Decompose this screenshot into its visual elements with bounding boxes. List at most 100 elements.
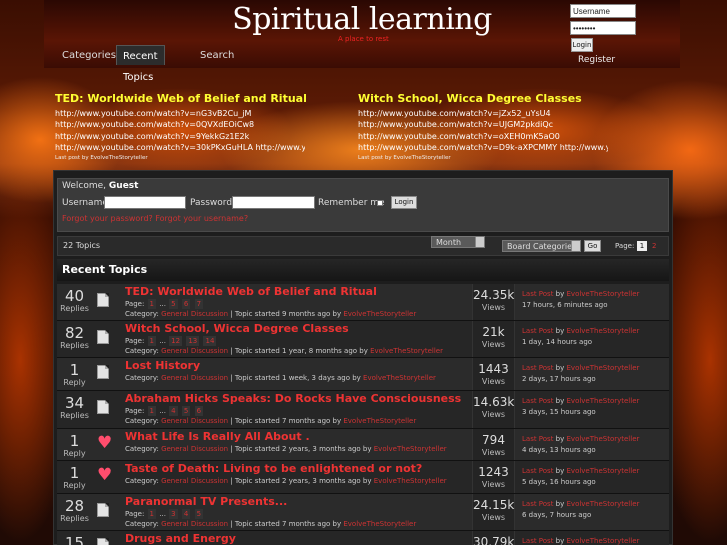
last-post-author[interactable]: EvolveTheStoryteller [567, 397, 640, 405]
last-post-author[interactable]: EvolveTheStoryteller [567, 290, 640, 298]
feed-title[interactable]: Witch School, Wicca Degree Classes [358, 92, 608, 105]
go-button[interactable]: Go [584, 240, 601, 252]
topic-title[interactable]: TED: Worldwide Web of Belief and Ritual [125, 285, 471, 299]
heart-icon: ♥ [97, 433, 113, 453]
sort-select[interactable]: Month [431, 236, 485, 248]
feed-link[interactable]: http://www.youtube.com/watch?v=D9k-aXPCM… [358, 142, 608, 153]
page-link[interactable]: 7 [194, 299, 204, 309]
topic-title[interactable]: Lost History [125, 359, 471, 373]
quick-password-input[interactable] [232, 196, 315, 209]
last-post: Last Post by EvolveTheStoryteller 1 day, … [522, 321, 662, 347]
password-input[interactable] [570, 21, 636, 35]
last-post-author[interactable]: EvolveTheStoryteller [567, 435, 640, 443]
topic-row[interactable]: 1 Reply ♥ What Life Is Really All About . Ca… [57, 429, 669, 461]
last-post-link[interactable]: Last Post [522, 500, 553, 508]
topic-author[interactable]: EvolveTheStoryteller [343, 417, 416, 425]
topic-author[interactable]: EvolveTheStoryteller [370, 347, 443, 355]
feed-title[interactable]: TED: Worldwide Web of Belief and Ritual [55, 92, 307, 105]
feed-link[interactable]: http://www.youtube.com/watch?v=oXEH0mK5a… [358, 131, 608, 142]
topic-row[interactable]: 28 Replies Paranormal TV Presents... Page: … [57, 494, 669, 531]
feed-link[interactable]: http://www.youtube.com/watch?v=nG3vB2Cu_… [55, 108, 305, 119]
topic-row[interactable]: 1 Reply ♥ Taste of Death: Living to be enli… [57, 461, 669, 494]
feed-link[interactable]: http://www.youtube.com/watch?v=9YekkGz1E… [55, 131, 305, 142]
topic-author[interactable]: EvolveTheStoryteller [343, 520, 416, 528]
document-icon [97, 503, 109, 517]
page-link[interactable]: 1 [147, 509, 157, 519]
page-link[interactable]: 1 [147, 336, 157, 346]
category-link[interactable]: General Discussion [161, 374, 228, 382]
page-link[interactable]: 13 [186, 336, 200, 346]
username-input[interactable] [570, 4, 636, 18]
topic-row[interactable]: 15Replies Drugs and Energy 30.79k Last Pos… [57, 531, 669, 545]
page-link[interactable]: 6 [181, 299, 191, 309]
view-count: 24.15k Views [472, 494, 515, 530]
remember-checkbox[interactable] [377, 200, 383, 206]
last-post-link[interactable]: Last Post [522, 537, 553, 545]
category-link[interactable]: General Discussion [161, 520, 228, 528]
last-post-author[interactable]: EvolveTheStoryteller [567, 364, 640, 372]
page-link[interactable]: 1 [147, 406, 157, 416]
topic-row[interactable]: 82 Replies Witch School, Wicca Degree Clas… [57, 321, 669, 358]
page-link[interactable]: 14 [203, 336, 217, 346]
last-post-author[interactable]: EvolveTheStoryteller [567, 537, 640, 545]
page-link[interactable]: 1 [147, 299, 157, 309]
page-link[interactable]: 5 [169, 299, 178, 309]
category-link[interactable]: General Discussion [161, 347, 228, 355]
view-number: 14.63k [473, 395, 515, 409]
topic-title[interactable]: What Life Is Really All About . [125, 430, 471, 444]
page-link[interactable]: 12 [169, 336, 183, 346]
topic-author[interactable]: EvolveTheStoryteller [374, 445, 447, 453]
last-post-author[interactable]: EvolveTheStoryteller [567, 500, 640, 508]
last-post-author[interactable]: EvolveTheStoryteller [567, 327, 640, 335]
topic-title[interactable]: Paranormal TV Presents... [125, 495, 471, 509]
category-link[interactable]: General Discussion [161, 477, 228, 485]
tab-recent-topics[interactable]: Recent Topics [116, 45, 165, 83]
category-link[interactable]: General Discussion [161, 310, 228, 318]
feed-link[interactable]: http://www.youtube.com/watch?v=30kPKxGuH… [55, 142, 305, 153]
quick-username-input[interactable] [104, 196, 186, 209]
tab-search[interactable]: Search [194, 45, 240, 65]
topic-author[interactable]: EvolveTheStoryteller [374, 477, 447, 485]
category-link[interactable]: General Discussion [161, 417, 228, 425]
category-select[interactable]: Board Categories [502, 240, 581, 252]
sort-select-value: Month [436, 238, 462, 247]
topic-row[interactable]: 40 Replies TED: Worldwide Web of Belief an… [57, 284, 669, 321]
reply-count: 1 Reply [57, 358, 92, 387]
page-link[interactable]: 6 [194, 406, 204, 416]
topic-title[interactable]: Witch School, Wicca Degree Classes [125, 322, 471, 336]
page-link[interactable]: 5 [181, 406, 191, 416]
last-post-link[interactable]: Last Post [522, 327, 553, 335]
header-login-button[interactable]: Login [571, 38, 593, 52]
last-post-link[interactable]: Last Post [522, 364, 553, 372]
page-link[interactable]: 4 [181, 509, 191, 519]
page-link[interactable]: 4 [169, 406, 178, 416]
last-post-link[interactable]: Last Post [522, 397, 553, 405]
topic-title[interactable]: Taste of Death: Living to be enlightened… [125, 462, 471, 476]
topic-title[interactable]: Drugs and Energy [125, 532, 471, 545]
page-link[interactable]: 5 [194, 509, 204, 519]
feed-meta-author[interactable]: EvolveTheStoryteller [90, 155, 147, 161]
topic-author[interactable]: EvolveTheStoryteller [343, 310, 416, 318]
last-post-link[interactable]: Last Post [522, 467, 553, 475]
quick-login-button[interactable]: Login [391, 196, 417, 209]
page-next[interactable]: 2 [652, 242, 656, 250]
feed-link[interactable]: http://www.youtube.com/watch?v=0QVXdEOiC… [55, 119, 305, 130]
feed-meta-prefix: Last post by [358, 155, 392, 162]
forgot-links[interactable]: Forgot your password? Forgot your userna… [62, 214, 248, 223]
feed-meta-author[interactable]: EvolveTheStoryteller [393, 155, 450, 161]
register-link[interactable]: Register [578, 55, 615, 65]
topic-row[interactable]: 34 Replies Abraham Hicks Speaks: Do Rocks … [57, 391, 669, 429]
feed-link[interactable]: http://www.youtube.com/watch?v=jZx52_uYs… [358, 108, 608, 119]
topic-author[interactable]: EvolveTheStoryteller [363, 374, 436, 382]
last-post-link[interactable]: Last Post [522, 435, 553, 443]
feed-link[interactable]: http://www.youtube.com/watch?v=UJGM2pkdi… [358, 119, 608, 130]
category-link[interactable]: General Discussion [161, 445, 228, 453]
topic-title[interactable]: Abraham Hicks Speaks: Do Rocks Have Cons… [125, 392, 471, 406]
page-link[interactable]: 3 [169, 509, 178, 519]
last-post-link[interactable]: Last Post [522, 290, 553, 298]
topic-row[interactable]: 1 Reply Lost History Category: General Disc… [57, 358, 669, 391]
last-post-author[interactable]: EvolveTheStoryteller [567, 467, 640, 475]
view-number: 1243 [478, 465, 509, 479]
site-title[interactable]: Spiritual learning [232, 2, 492, 37]
tab-categories[interactable]: Categories [56, 45, 122, 65]
